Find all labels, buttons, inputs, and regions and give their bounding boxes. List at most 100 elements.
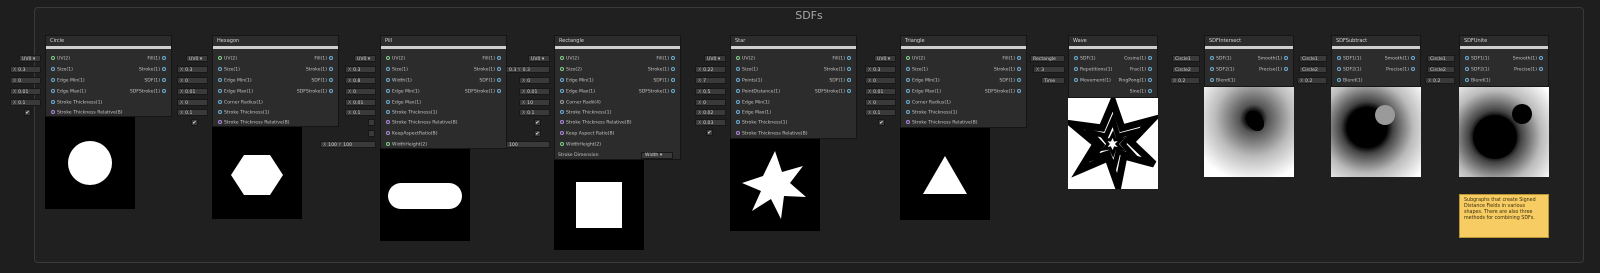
port-dot-icon[interactable]	[386, 89, 390, 93]
input-port[interactable]: Size(1)	[216, 67, 240, 74]
port-dot-icon[interactable]	[560, 67, 564, 71]
port-dot-icon[interactable]	[1465, 78, 1469, 82]
port-dot-icon[interactable]	[906, 120, 910, 124]
input-port[interactable]: Blend(1)	[1335, 78, 1363, 85]
relative-checkbox[interactable]: ✔	[878, 119, 885, 126]
port-dot-icon[interactable]	[1148, 78, 1152, 82]
output-port[interactable]: Frac(1)	[1130, 67, 1154, 74]
input-port[interactable]: Stroke Thickness Relative(B)	[49, 110, 123, 117]
output-port[interactable]: Precise(1)	[1386, 67, 1417, 74]
points-input-chip[interactable]: X7	[695, 77, 726, 84]
port-dot-icon[interactable]	[51, 89, 55, 93]
input-port[interactable]: Edge Min(1)	[216, 78, 252, 85]
port-dot-icon[interactable]	[51, 67, 55, 71]
edge-min-input-chip[interactable]: X0	[177, 77, 208, 84]
input-port[interactable]: Stroke Thickness Relative(B)	[216, 120, 290, 127]
input-port[interactable]: Size(1)	[384, 67, 408, 74]
output-port[interactable]: SDF(1)	[479, 78, 503, 85]
port-dot-icon[interactable]	[671, 67, 675, 71]
input-port[interactable]: Edge Max(1)	[384, 100, 421, 107]
port-dot-icon[interactable]	[560, 89, 564, 93]
output-port[interactable]: Stroke(1)	[648, 67, 677, 74]
input-port[interactable]: Edge Min(1)	[904, 78, 940, 85]
port-dot-icon[interactable]	[736, 78, 740, 82]
port-dot-icon[interactable]	[218, 120, 222, 124]
port-dot-icon[interactable]	[906, 67, 910, 71]
output-port[interactable]: Fill(1)	[1002, 56, 1023, 63]
port-dot-icon[interactable]	[560, 110, 564, 114]
port-dot-icon[interactable]	[1210, 67, 1214, 71]
port-dot-icon[interactable]	[1539, 56, 1543, 60]
port-dot-icon[interactable]	[497, 78, 501, 82]
port-dot-icon[interactable]	[386, 131, 390, 135]
blend-input-chip[interactable]: X 0.2	[1297, 77, 1327, 84]
input-port[interactable]: Stroke Thickness(1)	[216, 110, 269, 117]
input-port[interactable]: Edge Max(1)	[904, 89, 941, 96]
port-dot-icon[interactable]	[386, 100, 390, 104]
port-dot-icon[interactable]	[1337, 78, 1341, 82]
input-port[interactable]: Stroke Thickness(1)	[384, 110, 437, 117]
output-port[interactable]: Stroke(1)	[474, 67, 503, 74]
widthheight-input-chip[interactable]: 100	[506, 141, 550, 148]
output-port[interactable]: SDF(1)	[653, 78, 677, 85]
output-port[interactable]: SDFStroke(1)	[297, 89, 335, 96]
port-dot-icon[interactable]	[386, 142, 390, 146]
port-dot-icon[interactable]	[1337, 56, 1341, 60]
edge-min-input-chip[interactable]: X0	[865, 77, 896, 84]
input-port[interactable]: Size(1)	[734, 67, 758, 74]
port-dot-icon[interactable]	[386, 56, 390, 60]
output-port[interactable]: Stroke(1)	[306, 67, 335, 74]
uv-input-chip[interactable]: UV0 ▾	[704, 55, 726, 62]
stroke-input-chip[interactable]: X 0.1	[10, 99, 41, 106]
corner-radii-input-chip[interactable]: X 10	[519, 99, 550, 106]
stroke-input-chip[interactable]: X 0.1	[865, 109, 896, 116]
input-port[interactable]: Corner Radius(1)	[216, 100, 263, 107]
port-dot-icon[interactable]	[218, 56, 222, 60]
port-dot-icon[interactable]	[329, 89, 333, 93]
port-dot-icon[interactable]	[1148, 89, 1152, 93]
edge-min-input-chip[interactable]: X0	[695, 99, 726, 106]
blend-input-chip[interactable]: X 0.2	[1425, 77, 1455, 84]
port-dot-icon[interactable]	[162, 56, 166, 60]
relative-checkbox[interactable]: ✔	[706, 129, 713, 136]
stroke-dimension-dropdown[interactable]: Width ▾	[641, 152, 673, 159]
input-port[interactable]: UV(2)	[904, 56, 925, 63]
input-port[interactable]: Corner Radius(1)	[904, 100, 951, 107]
port-dot-icon[interactable]	[671, 56, 675, 60]
edge-min-input-chip[interactable]: X0	[345, 88, 376, 95]
input-port[interactable]: Edge Min(1)	[384, 89, 420, 96]
circle-node[interactable]: Circle UV(2) Size(1) Edge Min(1) Edge Ma…	[45, 35, 172, 117]
input-port[interactable]: Edge Max(1)	[558, 89, 595, 96]
stroke-input-chip[interactable]: X 0.1	[519, 109, 550, 116]
output-port[interactable]: Fill(1)	[314, 56, 335, 63]
port-dot-icon[interactable]	[51, 110, 55, 114]
port-dot-icon[interactable]	[218, 100, 222, 104]
input-port[interactable]: Stroke Thickness(1)	[904, 110, 957, 117]
width-input-chip[interactable]: X 0.8	[345, 77, 376, 84]
wave-node[interactable]: Wave SDF(1) Repetitions(1) Movement(1) C…	[1068, 35, 1158, 98]
input-port[interactable]: Blend(1)	[1463, 78, 1491, 85]
edge-max-input-chip[interactable]: X 0.01	[345, 99, 376, 106]
input-port[interactable]: UV(2)	[734, 56, 755, 63]
port-dot-icon[interactable]	[162, 78, 166, 82]
output-port[interactable]: SDFStroke(1)	[985, 89, 1023, 96]
port-dot-icon[interactable]	[497, 89, 501, 93]
port-dot-icon[interactable]	[1411, 56, 1415, 60]
input-port[interactable]: Edge Max(1)	[216, 89, 253, 96]
sdf-source-chip[interactable]: Rectangle	[1030, 55, 1065, 62]
port-dot-icon[interactable]	[1017, 56, 1021, 60]
port-dot-icon[interactable]	[560, 120, 564, 124]
sdf2-source-chip[interactable]: Circle2	[1172, 66, 1200, 73]
size-input-chip[interactable]: X 0.3	[177, 66, 208, 73]
input-port[interactable]: Points(1)	[734, 78, 762, 85]
blend-input-chip[interactable]: X 0.2	[1170, 77, 1200, 84]
input-port[interactable]: SDF2(1)	[1335, 67, 1362, 74]
output-port[interactable]: Stroke(1)	[994, 67, 1023, 74]
uv-input-chip[interactable]: UV0 ▾	[874, 55, 896, 62]
port-dot-icon[interactable]	[1411, 67, 1415, 71]
input-port[interactable]: SDF(1)	[1072, 56, 1096, 63]
output-port[interactable]: SDF(1)	[829, 78, 853, 85]
port-dot-icon[interactable]	[162, 67, 166, 71]
port-dot-icon[interactable]	[329, 78, 333, 82]
sdf1-source-chip[interactable]: Circle1	[1299, 55, 1327, 62]
